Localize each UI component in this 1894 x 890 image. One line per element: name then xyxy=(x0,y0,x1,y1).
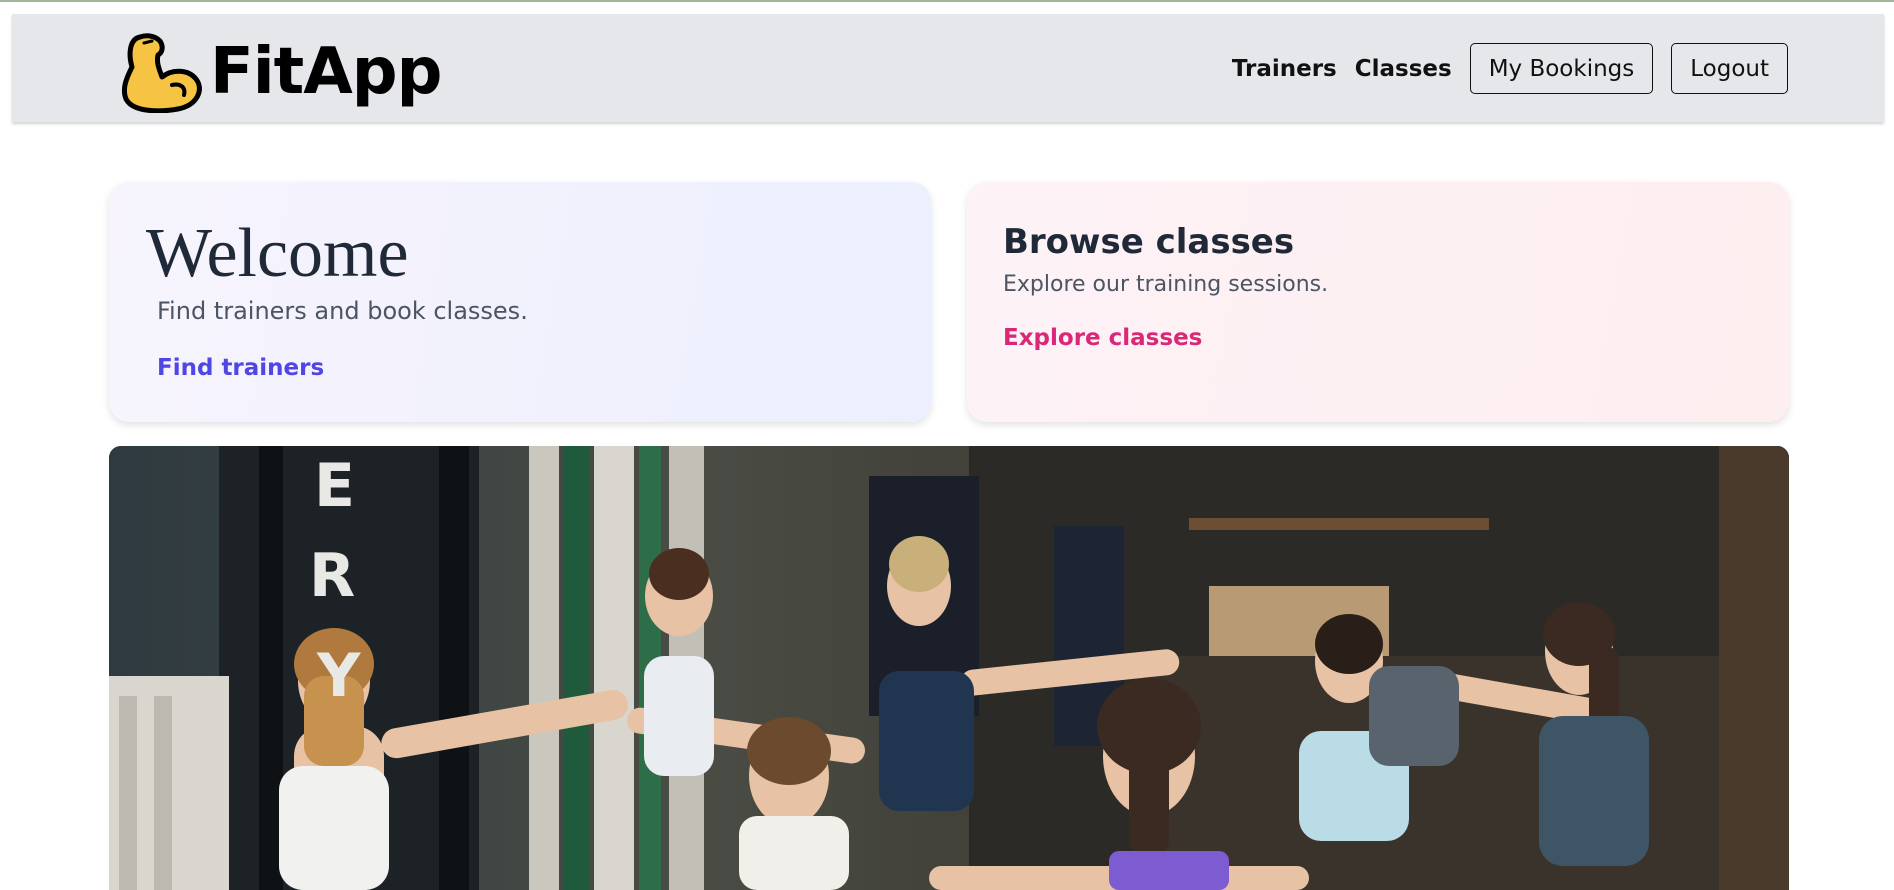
my-bookings-button[interactable]: My Bookings xyxy=(1469,43,1654,94)
explore-classes-link[interactable]: Explore classes xyxy=(1003,325,1202,351)
flexed-biceps-icon xyxy=(116,27,208,118)
svg-text:R: R xyxy=(309,541,355,611)
navbar: FitApp Trainers Classes My Bookings Logo… xyxy=(12,14,1884,122)
svg-text:Y: Y xyxy=(316,641,362,711)
brand-name: FitApp xyxy=(210,35,442,109)
hero-image: E R Y xyxy=(109,446,1789,890)
brand-logo-link[interactable]: FitApp xyxy=(116,32,442,113)
main-nav: Trainers Classes My Bookings Logout xyxy=(1232,43,1788,94)
browse-classes-title: Browse classes xyxy=(1003,222,1295,262)
welcome-card: Welcome Find trainers and book classes. … xyxy=(109,182,931,422)
yoga-class-photo: E R Y xyxy=(109,446,1789,890)
browse-classes-subtitle: Explore our training sessions. xyxy=(1003,272,1329,297)
find-trainers-link[interactable]: Find trainers xyxy=(157,355,324,381)
top-border xyxy=(0,0,1894,2)
svg-text:E: E xyxy=(314,451,355,521)
logout-button[interactable]: Logout xyxy=(1671,43,1788,94)
browse-classes-card: Browse classes Explore our training sess… xyxy=(967,182,1789,422)
welcome-title: Welcome xyxy=(146,215,409,292)
nav-link-classes[interactable]: Classes xyxy=(1355,56,1452,82)
welcome-subtitle: Find trainers and book classes. xyxy=(157,297,528,325)
nav-link-trainers[interactable]: Trainers xyxy=(1232,56,1337,82)
